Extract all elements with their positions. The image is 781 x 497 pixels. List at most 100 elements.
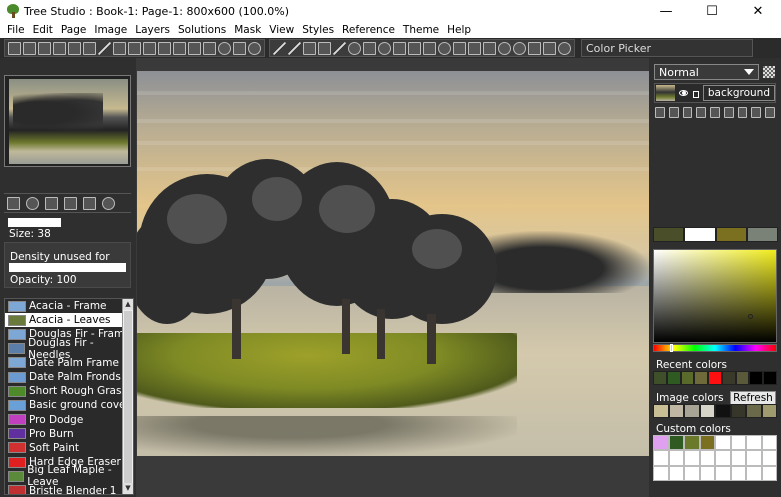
color-swatch[interactable] — [684, 227, 716, 242]
image-color-swatch[interactable] — [746, 404, 762, 418]
clone-icon[interactable] — [143, 41, 156, 55]
brush-list-item[interactable]: Big Leaf Maple - Leave — [5, 464, 133, 488]
lock-icon[interactable] — [692, 90, 699, 98]
copy-page-icon[interactable] — [83, 41, 96, 55]
layer-settings-icon[interactable] — [765, 106, 776, 118]
save-icon[interactable] — [8, 41, 21, 55]
color-picker-field[interactable] — [653, 249, 777, 343]
hue-slider[interactable] — [653, 344, 777, 352]
refresh-brush-icon[interactable] — [26, 196, 39, 210]
custom-color-swatch[interactable] — [653, 465, 669, 481]
layer-row[interactable]: background — [654, 83, 776, 103]
cut-icon[interactable] — [113, 41, 126, 55]
search-icon[interactable] — [498, 41, 511, 55]
brush-tree-icon[interactable] — [83, 196, 96, 210]
menu-view[interactable]: View — [266, 24, 299, 36]
custom-color-swatch[interactable] — [699, 465, 715, 481]
brush-list-item[interactable]: Bristle Blender 1 — [5, 483, 133, 494]
image-color-swatch[interactable] — [668, 404, 684, 418]
custom-color-swatch[interactable] — [684, 450, 700, 466]
custom-color-swatch[interactable] — [668, 435, 684, 451]
custom-color-swatch[interactable] — [715, 435, 731, 451]
fit-icon[interactable] — [233, 41, 246, 55]
rotate-left-icon[interactable] — [173, 41, 186, 55]
transparency-icon[interactable] — [763, 66, 775, 78]
brush-settings-icon[interactable] — [102, 196, 115, 210]
recent-color-swatch[interactable] — [735, 371, 750, 385]
recent-color-swatch[interactable] — [708, 371, 722, 385]
brush-list-scrollbar[interactable]: ▲ ▼ — [122, 299, 133, 494]
brush-list-item[interactable]: Pro Dodge — [5, 413, 133, 427]
menu-image[interactable]: Image — [91, 24, 132, 36]
custom-color-swatch[interactable] — [715, 465, 731, 481]
custom-color-swatch[interactable] — [746, 465, 762, 481]
color-swatch[interactable] — [715, 227, 747, 242]
brush-list-item[interactable]: Basic ground cover — [5, 398, 133, 412]
fill-icon[interactable] — [393, 41, 406, 55]
pattern-icon[interactable] — [423, 41, 436, 55]
paint-brush-icon[interactable] — [273, 41, 286, 55]
brush-list-item[interactable]: Acacia - Frame — [5, 299, 133, 313]
custom-color-swatch[interactable] — [746, 450, 762, 466]
custom-color-swatch[interactable] — [684, 465, 700, 481]
page-icon[interactable] — [68, 41, 81, 55]
custom-color-swatch[interactable] — [715, 450, 731, 466]
custom-color-swatch[interactable] — [653, 435, 669, 451]
blend-mode-select[interactable]: Normal — [654, 64, 759, 80]
custom-color-swatch[interactable] — [668, 465, 684, 481]
menu-help[interactable]: Help — [444, 24, 476, 36]
image-color-swatch[interactable] — [684, 404, 700, 418]
brush-key-icon[interactable] — [45, 196, 58, 210]
custom-color-swatch[interactable] — [699, 450, 715, 466]
scroll-up-icon[interactable]: ▲ — [123, 299, 133, 310]
opacity-slider[interactable] — [9, 263, 126, 272]
image-color-swatch[interactable] — [715, 404, 731, 418]
custom-color-swatch[interactable] — [730, 465, 746, 481]
rotate-right-icon[interactable] — [188, 41, 201, 55]
settings-icon[interactable] — [558, 41, 571, 55]
brush-list-item[interactable]: Acacia - Leaves — [5, 313, 133, 328]
color-picker-cursor[interactable] — [748, 314, 753, 319]
color-swatch[interactable] — [746, 227, 778, 242]
image-color-swatch[interactable] — [653, 404, 669, 418]
menu-page[interactable]: Page — [58, 24, 91, 36]
menu-reference[interactable]: Reference — [339, 24, 400, 36]
flip-icon[interactable] — [203, 41, 216, 55]
custom-color-swatch[interactable] — [761, 450, 777, 466]
refresh-button[interactable]: Refresh — [730, 391, 776, 405]
custom-color-swatch[interactable] — [699, 435, 715, 451]
image-color-swatch[interactable] — [699, 404, 715, 418]
menu-solutions[interactable]: Solutions — [175, 24, 231, 36]
brush-list-item[interactable]: Date Palm Fronds — [5, 370, 133, 384]
brush-list-item[interactable]: Short Rough Grass — [5, 384, 133, 398]
import-layer-icon[interactable] — [668, 106, 679, 118]
move-icon[interactable] — [318, 41, 331, 55]
drawing-canvas[interactable] — [137, 71, 649, 456]
merge-layer-icon[interactable] — [710, 106, 720, 118]
brush-document-icon[interactable] — [64, 196, 77, 210]
camera-icon[interactable] — [543, 41, 556, 55]
custom-color-swatch[interactable] — [746, 435, 762, 451]
levels-icon[interactable] — [453, 41, 466, 55]
brush-list-item[interactable]: Date Palm Frame — [5, 356, 133, 370]
recent-color-swatch[interactable] — [721, 371, 736, 385]
menu-layers[interactable]: Layers — [132, 24, 175, 36]
size-slider[interactable] — [8, 218, 61, 227]
custom-color-swatch[interactable] — [730, 435, 746, 451]
close-button[interactable]: ✕ — [735, 0, 781, 22]
duplicate-icon[interactable] — [158, 41, 171, 55]
eyedropper-icon[interactable] — [288, 41, 301, 55]
scroll-thumb[interactable] — [124, 311, 132, 483]
hue-marker[interactable] — [670, 344, 673, 352]
menu-mask[interactable]: Mask — [231, 24, 266, 36]
custom-color-swatch[interactable] — [684, 435, 700, 451]
brush-icon[interactable] — [98, 41, 111, 55]
line-icon[interactable] — [333, 41, 346, 55]
custom-color-swatch[interactable] — [653, 450, 669, 466]
custom-color-swatch[interactable] — [730, 450, 746, 466]
recent-color-swatch[interactable] — [763, 371, 778, 385]
smudge-icon[interactable] — [483, 41, 496, 55]
delete-layer-icon[interactable] — [696, 106, 707, 118]
new-layer-icon[interactable] — [655, 106, 665, 118]
brush-list-item[interactable]: Soft Paint — [5, 441, 133, 455]
